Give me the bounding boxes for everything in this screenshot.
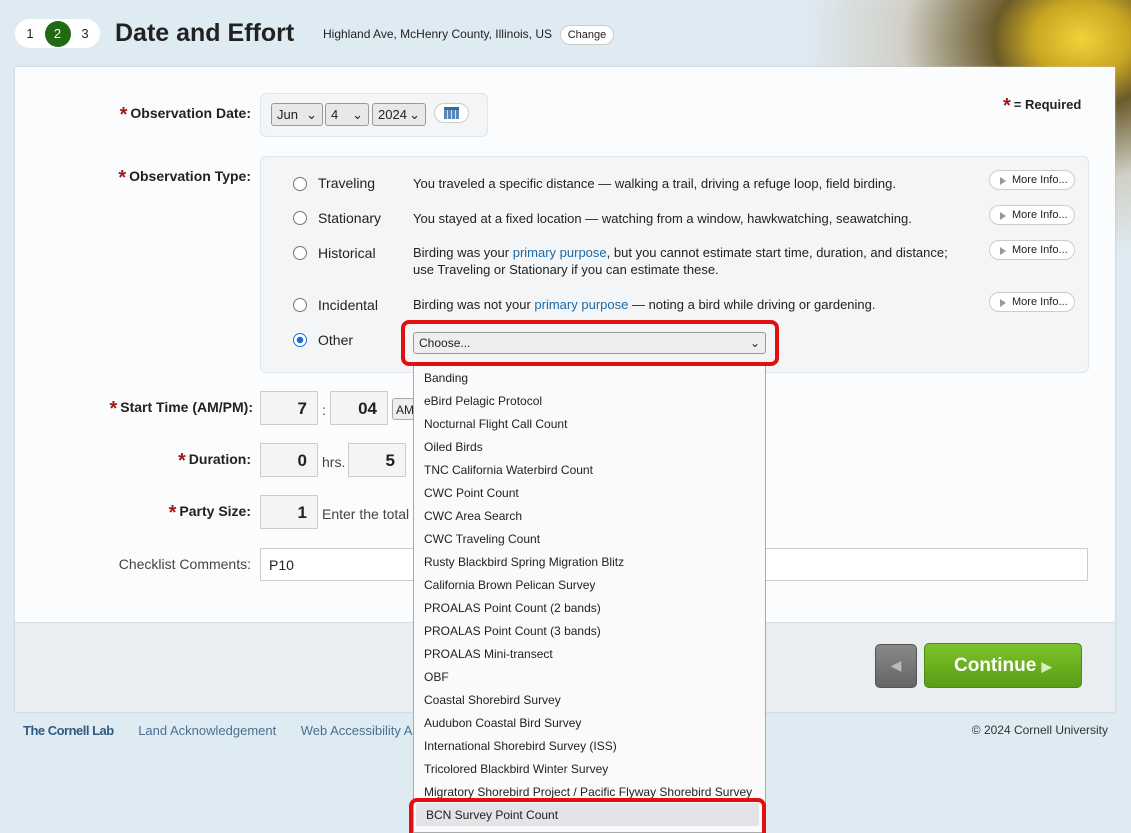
start-time-label: * Start Time (AM/PM):	[109, 398, 253, 420]
copyright: © 2024 Cornell University	[971, 723, 1108, 737]
calendar-button[interactable]	[434, 103, 469, 123]
calendar-icon	[444, 107, 459, 119]
step-1[interactable]: 1	[26, 26, 33, 41]
incidental-description: Birding was not your primary purpose — n…	[413, 297, 876, 312]
day-select[interactable]: 4 ⌄	[325, 103, 369, 126]
time-separator: :	[322, 402, 326, 418]
option-other[interactable]: Other	[318, 332, 403, 348]
dropdown-option[interactable]: Nocturnal Flight Call Count	[414, 412, 765, 435]
primary-purpose-link[interactable]: primary purpose	[534, 297, 628, 312]
dropdown-option[interactable]: CWC Point Count	[414, 481, 765, 504]
step-2-current: 2	[44, 20, 71, 47]
web-accessibility-link[interactable]: Web Accessibility Ass	[301, 723, 426, 738]
radio-traveling[interactable]	[293, 177, 307, 191]
dropdown-option[interactable]: CWC Area Search	[414, 504, 765, 527]
dropdown-option[interactable]: OBF	[414, 665, 765, 688]
site-footer: The Cornell Lab Land Acknowledgement Web…	[23, 722, 443, 740]
dropdown-option[interactable]: eBird Pelagic Protocol	[414, 389, 765, 412]
start-hour-input[interactable]: 7	[260, 391, 318, 425]
dropdown-option[interactable]: PROALAS Point Count (3 bands)	[414, 619, 765, 642]
dropdown-option[interactable]: Oiled Birds	[414, 435, 765, 458]
more-info-stationary[interactable]: More Info...	[989, 205, 1075, 225]
protocol-dropdown-list[interactable]: Banding eBird Pelagic Protocol Nocturnal F…	[413, 366, 766, 833]
required-text: = Required	[1013, 97, 1082, 112]
observation-type-label: * Observation Type:	[118, 167, 251, 189]
radio-incidental[interactable]	[293, 298, 307, 312]
duration-label: * Duration:	[177, 450, 251, 472]
page-title: Date and Effort	[115, 19, 295, 47]
stationary-description: You stayed at a fixed location — watchin…	[413, 211, 912, 226]
chevron-down-icon: ⌄	[749, 336, 760, 350]
dropdown-option[interactable]: Coastal Shorebird Survey	[414, 688, 765, 711]
other-protocol-select[interactable]: Choose... ⌄	[413, 332, 766, 354]
hrs-label: hrs.	[322, 454, 346, 470]
party-size-hint: Enter the total n	[322, 506, 421, 522]
radio-historical[interactable]	[293, 246, 307, 260]
observation-date-label: * Observation Date:	[119, 104, 251, 126]
dropdown-option[interactable]: International Shorebird Survey (ISS)	[414, 734, 765, 757]
primary-purpose-link[interactable]: primary purpose	[513, 245, 607, 260]
required-note: * = Required	[1003, 95, 1082, 117]
dropdown-option[interactable]: PROALAS Mini-transect	[414, 642, 765, 665]
cornell-lab-logo[interactable]: The Cornell Lab	[23, 723, 114, 738]
historical-description: Birding was your primary purpose, but yo…	[413, 245, 948, 277]
dropdown-option[interactable]: Banding	[414, 366, 765, 389]
duration-minutes-input[interactable]: 5	[348, 443, 406, 477]
dropdown-option[interactable]: Rusty Blackbird Spring Migration Blitz	[414, 550, 765, 573]
location-text: Highland Ave, McHenry County, Illinois, …	[323, 27, 552, 41]
option-incidental[interactable]: Incidental	[318, 297, 403, 313]
duration-hours-input[interactable]: 0	[260, 443, 318, 477]
dropdown-option[interactable]: Tricolored Blackbird Winter Survey	[414, 757, 765, 780]
year-select[interactable]: 2024 ⌄	[372, 103, 426, 126]
change-location-button[interactable]: Change	[560, 25, 614, 45]
start-minute-input[interactable]: 04	[330, 391, 388, 425]
party-size-label: * Party Size:	[168, 502, 251, 524]
dropdown-option[interactable]: TNC California Waterbird Count	[414, 458, 765, 481]
highlight-box	[409, 798, 766, 833]
more-info-traveling[interactable]: More Info...	[989, 170, 1075, 190]
back-arrow-icon: ◀	[890, 657, 902, 673]
month-select[interactable]: Jun ⌄	[271, 103, 323, 126]
back-button[interactable]: ◀	[875, 644, 917, 688]
option-stationary[interactable]: Stationary	[318, 210, 403, 226]
step-3[interactable]: 3	[81, 26, 88, 41]
forward-arrow-icon: ▶	[1041, 659, 1052, 674]
option-traveling[interactable]: Traveling	[318, 175, 403, 191]
comments-label: Checklist Comments:	[118, 556, 251, 572]
traveling-description: You traveled a specific distance — walki…	[413, 176, 896, 191]
radio-other[interactable]	[293, 333, 307, 347]
option-historical[interactable]: Historical	[318, 245, 403, 261]
dropdown-option[interactable]: PROALAS Point Count (2 bands)	[414, 596, 765, 619]
dropdown-option[interactable]: CWC Traveling Count	[414, 527, 765, 550]
dropdown-option[interactable]: Audubon Coastal Bird Survey	[414, 711, 765, 734]
dropdown-option[interactable]: California Brown Pelican Survey	[414, 573, 765, 596]
more-info-historical[interactable]: More Info...	[989, 240, 1075, 260]
more-info-incidental[interactable]: More Info...	[989, 292, 1075, 312]
continue-button[interactable]: Continue ▶	[924, 643, 1082, 688]
radio-stationary[interactable]	[293, 211, 307, 225]
party-size-input[interactable]: 1	[260, 495, 318, 529]
land-acknowledgement-link[interactable]: Land Acknowledgement	[138, 723, 276, 738]
step-indicator: 1 2 3	[15, 19, 100, 48]
